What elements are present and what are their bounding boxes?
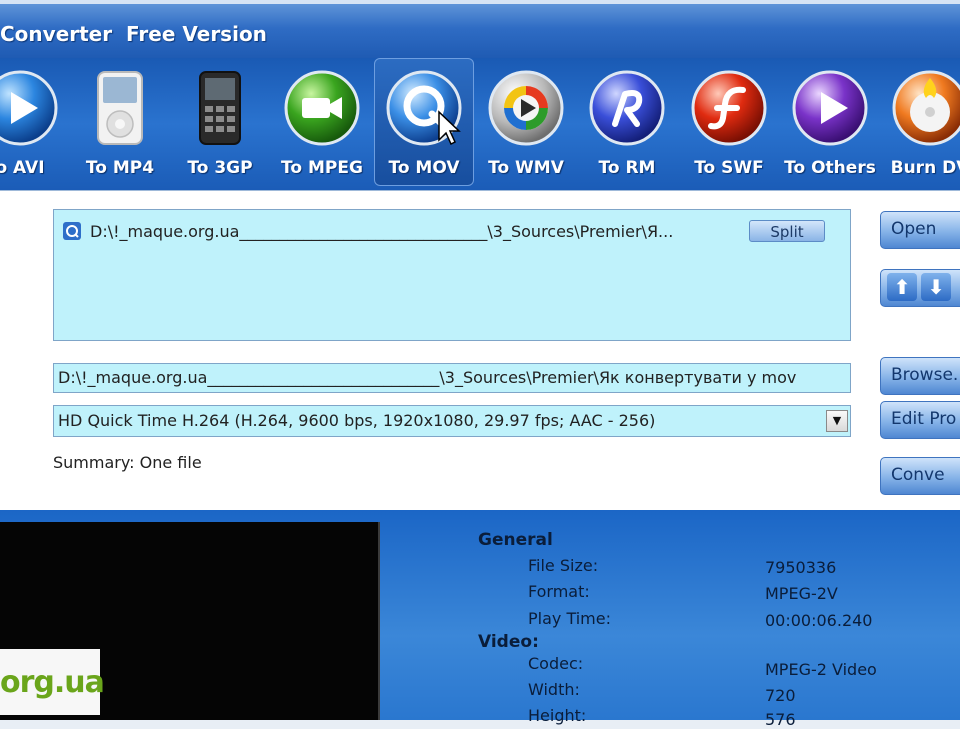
general-heading: General <box>478 530 553 550</box>
to-mp4-button[interactable]: To MP4 <box>70 58 170 186</box>
to-wmv-button[interactable]: To WMV <box>476 58 576 186</box>
play-others-icon <box>792 70 868 146</box>
to-swf-label: To SWF <box>694 158 764 178</box>
quicktime-file-icon <box>63 222 81 240</box>
file-path: D:\!_maque.org.ua_______________________… <box>90 222 674 241</box>
reorder-buttons: ⬆ ⬇ <box>880 269 960 307</box>
to-mpeg-button[interactable]: To MPEG <box>272 58 372 186</box>
profile-value: HD Quick Time H.264 (H.264, 9600 bps, 19… <box>58 411 656 430</box>
info-key: Width: <box>528 680 580 699</box>
info-key: File Size: <box>528 556 599 575</box>
window-title: Converter Free Version <box>0 22 267 46</box>
flash-icon <box>691 70 767 146</box>
info-value: 00:00:06.240 <box>765 611 873 630</box>
to-others-label: To Others <box>784 158 876 178</box>
main-panel: D:\!_maque.org.ua_______________________… <box>0 190 960 511</box>
ipod-icon <box>97 71 143 145</box>
title-bar: Converter Free Version <box>0 0 960 58</box>
open-button[interactable]: Open <box>880 211 960 249</box>
watermark-logo: org.ua <box>0 649 105 715</box>
format-toolbar: o AVI To MP4 To 3GP To MPEG To MOV To WM… <box>0 58 960 190</box>
quicktime-icon <box>386 70 462 146</box>
to-wmv-label: To WMV <box>488 158 564 178</box>
info-key: Codec: <box>528 654 584 673</box>
to-others-button[interactable]: To Others <box>780 58 880 186</box>
to-3gp-button[interactable]: To 3GP <box>170 58 270 186</box>
move-up-button[interactable]: ⬆ <box>887 273 917 301</box>
burn-dvd-icon <box>892 70 960 146</box>
file-list[interactable]: D:\!_maque.org.ua_______________________… <box>53 209 851 341</box>
to-mpeg-label: To MPEG <box>281 158 363 178</box>
to-rm-button[interactable]: To RM <box>577 58 677 186</box>
info-key: Format: <box>528 582 590 601</box>
chevron-down-icon[interactable]: ▼ <box>826 410 848 432</box>
browse-button[interactable]: Browse... <box>880 357 960 395</box>
video-heading: Video: <box>478 632 539 652</box>
info-value: 720 <box>765 686 796 705</box>
info-value: MPEG-2V <box>765 584 838 603</box>
mobile-phone-icon <box>199 71 241 145</box>
output-path-field[interactable]: D:\!_maque.org.ua_______________________… <box>53 363 851 393</box>
burn-dvd-label: Burn DV <box>890 158 960 178</box>
info-key: Play Time: <box>528 609 611 628</box>
video-preview: org.ua <box>0 522 380 720</box>
info-value: 7950336 <box>765 558 837 577</box>
split-button[interactable]: Split <box>749 220 825 242</box>
edit-profile-button[interactable]: Edit Pro <box>880 401 960 439</box>
move-down-button[interactable]: ⬇ <box>921 273 951 301</box>
to-mov-label: To MOV <box>388 158 460 178</box>
bottom-panel: org.ua General File Size: 7950336 Format… <box>0 510 960 729</box>
to-rm-label: To RM <box>598 158 656 178</box>
to-avi-label: o AVI <box>0 158 45 178</box>
info-key: Height: <box>528 706 587 725</box>
video-camera-icon <box>284 70 360 146</box>
logo-text: org.ua <box>0 665 105 700</box>
to-3gp-label: To 3GP <box>187 158 253 178</box>
realmedia-icon <box>589 70 665 146</box>
list-item[interactable]: D:\!_maque.org.ua_______________________… <box>62 220 842 242</box>
windows-media-icon <box>488 70 564 146</box>
convert-button[interactable]: Conve <box>880 457 960 495</box>
to-mp4-label: To MP4 <box>85 158 155 178</box>
avi-play-icon <box>0 70 58 146</box>
to-mov-button[interactable]: To MOV <box>374 58 474 186</box>
burn-dvd-button[interactable]: Burn DV <box>880 58 960 186</box>
summary-text: Summary: One file <box>53 453 202 472</box>
profile-select[interactable]: HD Quick Time H.264 (H.264, 9600 bps, 19… <box>53 405 851 437</box>
to-swf-button[interactable]: To SWF <box>679 58 779 186</box>
info-value: MPEG-2 Video <box>765 660 877 679</box>
to-avi-button[interactable]: o AVI <box>0 58 70 186</box>
